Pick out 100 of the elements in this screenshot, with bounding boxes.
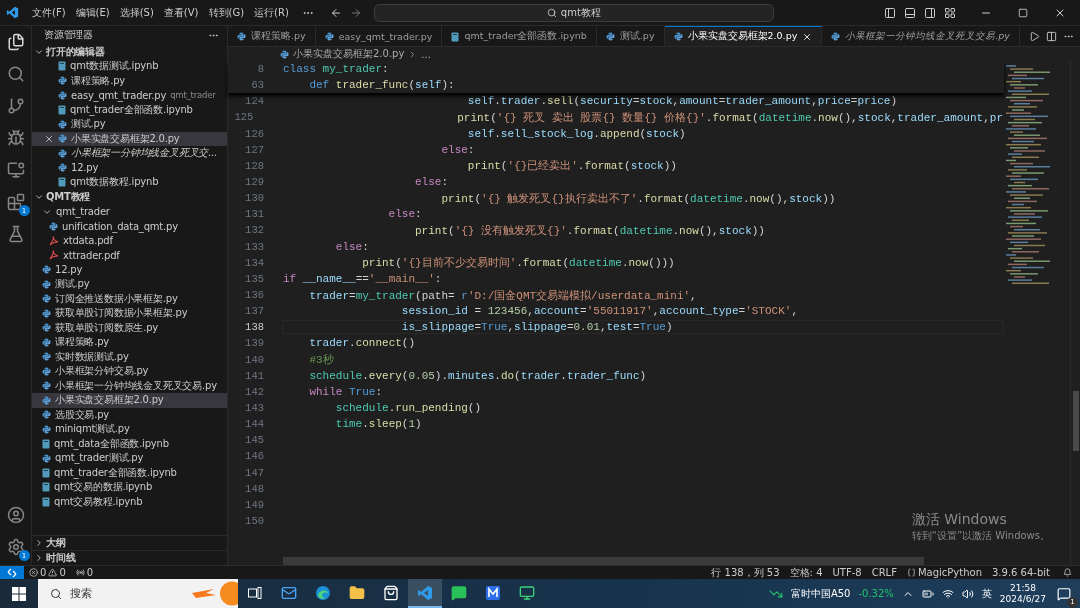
wifi-icon[interactable] — [941, 587, 954, 600]
bug-icon[interactable] — [6, 129, 25, 147]
branch-icon[interactable] — [6, 97, 25, 115]
file-item[interactable]: xttrader.pdf — [32, 248, 227, 263]
file-item[interactable]: 选股交易.py — [32, 407, 227, 422]
line-number: 63 — [250, 79, 264, 92]
menu-item[interactable]: 运行(R) — [249, 5, 294, 20]
breadcrumb-item[interactable]: 小果实盘交易框架2.0.py — [293, 47, 405, 61]
file-item[interactable]: 获取单股订阅数据小果框架.py — [32, 306, 227, 321]
menu-item[interactable]: 查看(V) — [158, 5, 204, 20]
monitor-icon[interactable] — [6, 161, 25, 179]
line-number: 140 — [244, 353, 264, 366]
open-editor-item[interactable]: easy_qmt_trader.py qmt_trader — [32, 88, 227, 103]
python-file-icon — [42, 453, 51, 463]
open-editor-item[interactable]: qmt_trader全部函数.ipynb — [32, 102, 227, 117]
file-item[interactable]: qmt_data全部函数.ipynb — [32, 436, 227, 451]
stock-change: -0.32% — [858, 588, 894, 599]
battery-icon[interactable] — [921, 587, 934, 600]
open-editor-item[interactable]: 测试.py — [32, 117, 227, 132]
menu-item[interactable]: 文件(F) — [27, 5, 71, 20]
close-icon[interactable] — [44, 133, 54, 144]
line-number: 126 — [244, 127, 264, 140]
close-icon[interactable] — [802, 31, 813, 42]
breadcrumb-item[interactable]: ... — [421, 48, 431, 60]
clock[interactable]: 21:58 2024/6/27 — [999, 582, 1046, 605]
open-editor-item[interactable]: qmt数据教程.ipynb — [32, 175, 227, 190]
ports-status[interactable]: 0 — [70, 567, 99, 578]
chevron-right-icon[interactable] — [34, 553, 44, 563]
file-item[interactable]: 课程策略.py — [32, 335, 227, 350]
chevron-right-icon[interactable] — [34, 538, 44, 548]
panel-left-icon[interactable] — [884, 6, 896, 19]
flask-icon[interactable] — [6, 225, 25, 243]
settings-icon[interactable] — [6, 538, 25, 556]
section-header[interactable]: QMT教程 — [32, 189, 227, 205]
code-line: print('{} 死叉 卖出 股票{} 数量{} 价格{}'.format(datetime.now(),stock,trader_amount,pr — [456, 111, 1004, 126]
open-editor-item[interactable]: qmt数据测试.ipynb — [32, 59, 227, 74]
search-field[interactable]: 搜索 — [38, 579, 238, 608]
open-editor-item[interactable]: 小果框架一分钟均线金叉死叉交... — [32, 146, 227, 161]
code-line: trader=my_trader(path= r'D:/国金QMT交易端模拟/userdata_mini', — [308, 288, 698, 304]
file-description: qmt_trader — [170, 90, 216, 101]
run-icon[interactable] — [1029, 30, 1040, 42]
python-file-icon — [42, 265, 51, 275]
sidebar-title: 资源管理器 — [44, 28, 93, 42]
editor-tab[interactable]: 小果实盘交易框架2.0.py — [664, 26, 823, 46]
menu-item[interactable]: 转到(G) — [203, 5, 250, 20]
status-item[interactable]: UTF-8 — [827, 567, 867, 578]
panel-bottom-icon[interactable] — [904, 6, 916, 19]
file-item[interactable]: miniqmt测试.py — [32, 422, 227, 437]
file-item[interactable]: 获取单股订阅数原生.py — [32, 320, 227, 335]
extensions-icon[interactable] — [6, 193, 25, 211]
open-editor-item[interactable]: 课程策略.py — [32, 73, 227, 88]
status-item[interactable]: MagicPython — [901, 567, 987, 578]
file-item[interactable]: 小果实盘交易框架2.0.py — [32, 393, 227, 408]
search-icon[interactable] — [6, 65, 25, 83]
file-item[interactable]: qmt交易的数据.ipynb — [32, 480, 227, 495]
explorer-icon[interactable] — [6, 33, 25, 51]
menu-item[interactable]: 编辑(E) — [70, 5, 115, 20]
file-item[interactable]: 订阅全推送数据小果框架.py — [32, 291, 227, 306]
open-editor-item[interactable]: 小果实盘交易框架2.0.py — [32, 131, 227, 146]
status-item[interactable]: 行 138，列 53 — [706, 565, 785, 580]
file-item[interactable]: qmt_trader测试.py — [32, 451, 227, 466]
section-header[interactable]: 大纲 — [32, 535, 227, 550]
search-icon — [546, 7, 557, 18]
maximize-icon[interactable] — [1018, 7, 1028, 18]
input-method[interactable]: 英 — [981, 586, 992, 601]
menu-item[interactable]: 选择(S) — [114, 5, 159, 20]
line-number: 134 — [244, 256, 264, 269]
status-item[interactable]: 3.9.6 64-bit — [987, 567, 1055, 578]
file-item[interactable]: unification_data_qmt.py — [32, 219, 227, 234]
search-field[interactable]: qmt教程 — [373, 3, 774, 22]
folder-item[interactable]: qmt_trader — [32, 204, 227, 219]
account-icon[interactable] — [6, 506, 25, 524]
status-item[interactable]: 空格: 4 — [784, 565, 828, 580]
open-editor-item[interactable]: 12.py — [32, 160, 227, 175]
notification-icon[interactable] — [1057, 586, 1071, 601]
notification-icon[interactable] — [1063, 568, 1072, 577]
remote-button[interactable] — [0, 566, 24, 579]
file-item[interactable]: xtdata.pdf — [32, 233, 227, 248]
app-logo-icon — [6, 6, 19, 19]
layout-icon[interactable] — [944, 6, 956, 19]
panel-right-icon[interactable] — [924, 6, 936, 19]
problems-status[interactable]: 0 0 — [24, 567, 71, 578]
split-editor-icon[interactable] — [1046, 30, 1057, 42]
horizontal-scrollbar[interactable] — [283, 557, 924, 565]
file-item[interactable]: qmt_trader全部函数.ipynb — [32, 465, 227, 480]
section-header[interactable]: 打开的编辑器 — [32, 44, 227, 59]
status-item[interactable]: CRLF — [866, 567, 902, 578]
volume-icon[interactable] — [961, 587, 974, 600]
back-icon[interactable] — [329, 6, 342, 19]
file-item[interactable]: 小果框架一分钟均线金叉死叉交易.py — [32, 378, 227, 393]
line-number: 147 — [244, 466, 264, 479]
file-item[interactable]: 测试.py — [32, 277, 227, 292]
file-item[interactable]: 小果框架分钟交易.py — [32, 364, 227, 379]
code-line: class my_trader: — [282, 62, 390, 77]
scrollbar-thumb[interactable] — [1073, 391, 1079, 451]
file-item[interactable]: qmt交易教程.ipynb — [32, 494, 227, 509]
file-item[interactable]: 实时数据测试.py — [32, 349, 227, 364]
chevron-down-icon[interactable] — [34, 192, 44, 202]
file-item[interactable]: 12.py — [32, 262, 227, 277]
python-file-icon — [42, 323, 51, 333]
